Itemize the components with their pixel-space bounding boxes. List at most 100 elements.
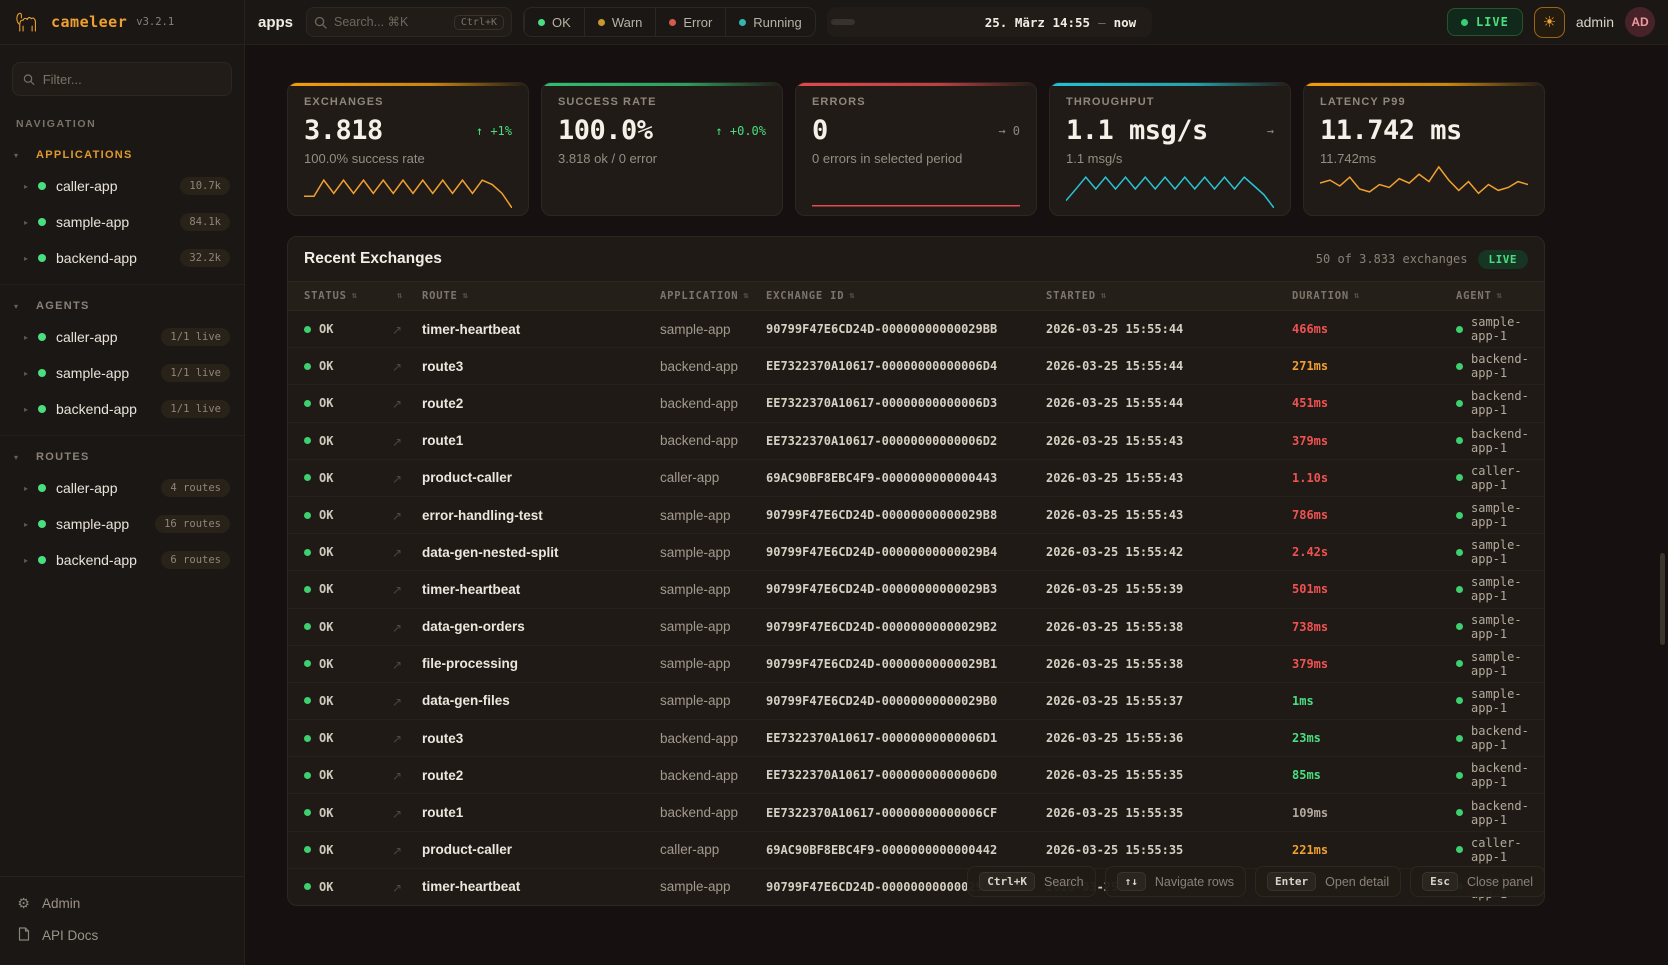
table-row[interactable]: OK ↗ route2 backend-app EE7322370A10617-… xyxy=(288,757,1544,794)
open-detail-arrow-icon[interactable]: ↗ xyxy=(392,769,402,783)
status-filter-label: Warn xyxy=(612,15,643,30)
theme-toggle-button[interactable]: ☀ xyxy=(1534,7,1565,38)
open-detail-arrow-icon[interactable]: ↗ xyxy=(392,546,402,560)
table-row[interactable]: OK ↗ timer-heartbeat sample-app 90799F47… xyxy=(288,311,1544,348)
table-row[interactable]: OK ↗ data-gen-nested-split sample-app 90… xyxy=(288,534,1544,571)
sidebar-item-badge: 1/1 live xyxy=(161,400,230,418)
agent-name: backend-app-1 xyxy=(1471,389,1544,417)
sidebar-item[interactable]: ▸ caller-app 10.7k xyxy=(0,168,244,204)
range-separator: – xyxy=(1098,15,1106,30)
sidebar-item[interactable]: ▸ backend-app 6 routes xyxy=(0,542,244,578)
exchange-id: EE7322370A10617-00000000000006D1 xyxy=(766,731,1046,745)
sidebar-filter[interactable] xyxy=(12,62,232,96)
sidebar-item[interactable]: ▸ sample-app 16 routes xyxy=(0,506,244,542)
status-filter[interactable]: Warn xyxy=(584,8,656,36)
status-dot xyxy=(304,883,311,890)
open-detail-arrow-icon[interactable]: ↗ xyxy=(392,509,402,523)
sidebar-item[interactable]: ▸ sample-app 84.1k xyxy=(0,204,244,240)
filter-input[interactable] xyxy=(43,72,221,87)
sidebar-item[interactable]: ▸ sample-app 1/1 live xyxy=(0,355,244,391)
sidebar-item[interactable]: ▸ backend-app 1/1 live xyxy=(0,391,244,427)
agent-dot xyxy=(1456,363,1463,370)
route-name: data-gen-nested-split xyxy=(422,545,660,560)
column-header[interactable]: EXCHANGE ID ⇅ xyxy=(766,290,1046,302)
time-range-tab[interactable] xyxy=(879,19,903,25)
open-detail-arrow-icon[interactable]: ↗ xyxy=(392,844,402,858)
open-detail-arrow-icon[interactable]: ↗ xyxy=(392,435,402,449)
stat-value: 11.742 ms xyxy=(1320,115,1462,146)
nav-section-header[interactable]: ▾ APPLICATIONS xyxy=(0,142,244,168)
started-timestamp: 2026-03-25 15:55:35 xyxy=(1046,768,1292,782)
open-detail-arrow-icon[interactable]: ↗ xyxy=(392,360,402,374)
live-dot xyxy=(1461,19,1468,26)
column-label: STATUS xyxy=(304,290,347,302)
sort-icon: ⇅ xyxy=(352,291,358,301)
column-header[interactable]: STATUS ⇅ xyxy=(304,290,392,302)
duration-value: 501ms xyxy=(1292,582,1456,596)
status-label: OK xyxy=(319,620,333,634)
time-range-display[interactable]: 25. März 14:55 – now xyxy=(985,15,1136,30)
open-detail-arrow-icon[interactable]: ↗ xyxy=(392,881,402,895)
nav-section-header[interactable]: ▾ AGENTS xyxy=(0,293,244,319)
table-row[interactable]: OK ↗ route3 backend-app EE7322370A10617-… xyxy=(288,348,1544,385)
agent-name: backend-app-1 xyxy=(1471,761,1544,789)
table-row[interactable]: OK ↗ product-caller caller-app 69AC90BF8… xyxy=(288,460,1544,497)
status-filter[interactable]: Running xyxy=(725,8,814,36)
open-detail-arrow-icon[interactable]: ↗ xyxy=(392,583,402,597)
sidebar-item-label: caller-app xyxy=(56,480,117,496)
started-timestamp: 2026-03-25 15:55:44 xyxy=(1046,322,1292,336)
vertical-scrollbar[interactable] xyxy=(1660,553,1665,645)
time-range-tab[interactable] xyxy=(855,19,879,25)
sidebar-item[interactable]: ▸ caller-app 4 routes xyxy=(0,470,244,506)
column-header[interactable]: AGENT ⇅ xyxy=(1456,290,1544,302)
route-name: route1 xyxy=(422,805,660,820)
table-row[interactable]: OK ↗ data-gen-files sample-app 90799F47E… xyxy=(288,683,1544,720)
table-row[interactable]: OK ↗ error-handling-test sample-app 9079… xyxy=(288,497,1544,534)
table-row[interactable]: OK ↗ product-caller caller-app 69AC90BF8… xyxy=(288,832,1544,869)
table-row[interactable]: OK ↗ route3 backend-app EE7322370A10617-… xyxy=(288,720,1544,757)
open-detail-arrow-icon[interactable]: ↗ xyxy=(392,621,402,635)
status-label: OK xyxy=(319,508,333,522)
sidebar-item[interactable]: ▸ caller-app 1/1 live xyxy=(0,319,244,355)
avatar[interactable]: AD xyxy=(1625,7,1655,37)
sidebar-item-admin[interactable]: ⚙ Admin xyxy=(16,887,228,919)
table-row[interactable]: OK ↗ route1 backend-app EE7322370A10617-… xyxy=(288,794,1544,831)
time-range-tab[interactable] xyxy=(831,19,855,25)
open-detail-arrow-icon[interactable]: ↗ xyxy=(392,323,402,337)
column-header[interactable]: STARTED ⇅ xyxy=(1046,290,1292,302)
column-header[interactable]: ROUTE ⇅ xyxy=(422,290,660,302)
status-dot xyxy=(304,474,311,481)
table-row[interactable]: OK ↗ timer-heartbeat sample-app 90799F47… xyxy=(288,571,1544,608)
search-input[interactable] xyxy=(334,15,447,29)
table-row[interactable]: OK ↗ data-gen-orders sample-app 90799F47… xyxy=(288,609,1544,646)
nav-section-header[interactable]: ▾ ROUTES xyxy=(0,444,244,470)
sidebar-item-api-docs[interactable]: API Docs xyxy=(16,919,228,951)
open-detail-arrow-icon[interactable]: ↗ xyxy=(392,695,402,709)
global-search[interactable]: Ctrl+K xyxy=(306,7,512,37)
hint-label: Navigate rows xyxy=(1155,875,1234,889)
open-detail-arrow-icon[interactable]: ↗ xyxy=(392,732,402,746)
application-name: sample-app xyxy=(660,545,766,560)
column-header[interactable]: ⇅ xyxy=(392,291,422,301)
open-detail-arrow-icon[interactable]: ↗ xyxy=(392,807,402,821)
time-range-tab[interactable] xyxy=(927,19,951,25)
time-range-group: 25. März 14:55 – now xyxy=(827,7,1152,37)
agent-name: sample-app-1 xyxy=(1471,613,1544,641)
time-range-tab[interactable] xyxy=(903,19,927,25)
status-filter[interactable]: OK xyxy=(524,8,584,36)
open-detail-arrow-icon[interactable]: ↗ xyxy=(392,397,402,411)
nav-section: ▾ ROUTES ▸ caller-app 4 routes ▸ sample xyxy=(0,436,244,586)
open-detail-arrow-icon[interactable]: ↗ xyxy=(392,658,402,672)
table-row[interactable]: OK ↗ route2 backend-app EE7322370A10617-… xyxy=(288,385,1544,422)
open-detail-arrow-icon[interactable]: ↗ xyxy=(392,472,402,486)
status-filter[interactable]: Error xyxy=(655,8,725,36)
started-timestamp: 2026-03-25 15:55:43 xyxy=(1046,508,1292,522)
chevron-right-icon: ▸ xyxy=(24,218,38,227)
table-row[interactable]: OK ↗ file-processing sample-app 90799F47… xyxy=(288,646,1544,683)
column-header[interactable]: APPLICATION ⇅ xyxy=(660,290,766,302)
live-toggle-button[interactable]: LIVE xyxy=(1447,8,1523,36)
column-header[interactable]: DURATION ⇅ xyxy=(1292,290,1456,302)
sidebar-item[interactable]: ▸ backend-app 32.2k xyxy=(0,240,244,276)
time-range-tab[interactable] xyxy=(951,19,975,25)
table-row[interactable]: OK ↗ route1 backend-app EE7322370A10617-… xyxy=(288,423,1544,460)
